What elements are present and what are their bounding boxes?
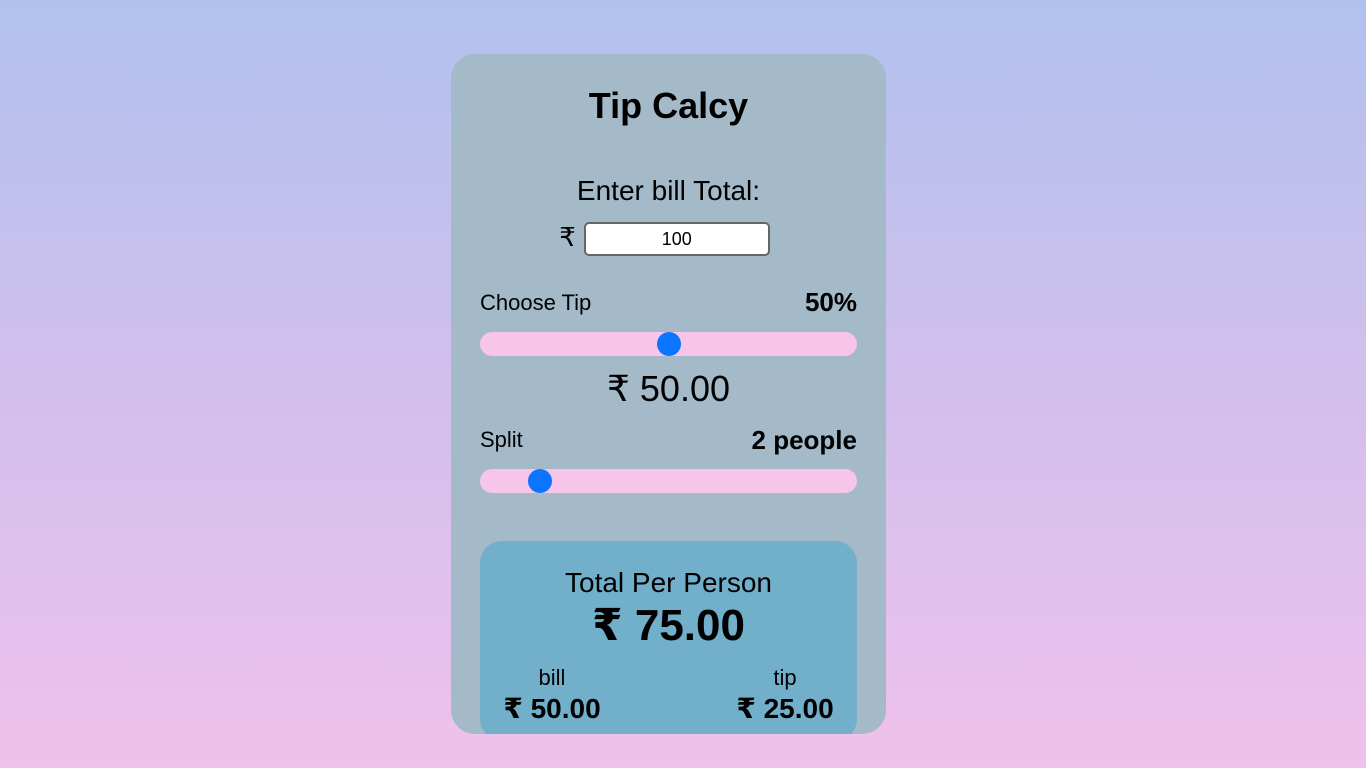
tip-amount: ₹ 50.00 [607,368,730,409]
total-per-person-value: ₹ 75.00 [592,601,745,650]
split-people-value: 2 people [751,425,857,455]
tip-breakdown: tip ₹ 25.00 [715,665,855,725]
split-slider[interactable] [480,469,857,493]
tip-percent-value: 50% [804,287,857,317]
bill-breakdown: bill ₹ 50.00 [482,665,622,725]
split-label: Split [480,427,523,452]
tip-breakdown-value: ₹ 25.00 [736,693,834,724]
tip-calculator-card: Tip Calcy Enter bill Total: ₹ Choose Tip… [451,54,886,734]
rupee-icon: ₹ [559,221,576,252]
total-per-person-panel: Total Per Person ₹ 75.00 bill ₹ 50.00 ti… [480,541,857,734]
app-title: Tip Calcy [588,85,749,126]
bill-label: Enter bill Total: [576,175,761,206]
bill-breakdown-value: ₹ 50.00 [503,693,601,724]
bill-breakdown-label: bill [538,665,566,690]
bill-total-input[interactable] [583,222,770,256]
tip-label: Choose Tip [480,290,592,315]
bill-input-row: ₹ [451,222,886,256]
total-per-person-label: Total Per Person [565,567,772,598]
tip-breakdown-label: tip [773,665,797,690]
tip-slider[interactable] [480,332,857,356]
tip-slider-thumb[interactable] [656,332,681,356]
split-slider-thumb[interactable] [527,469,552,493]
